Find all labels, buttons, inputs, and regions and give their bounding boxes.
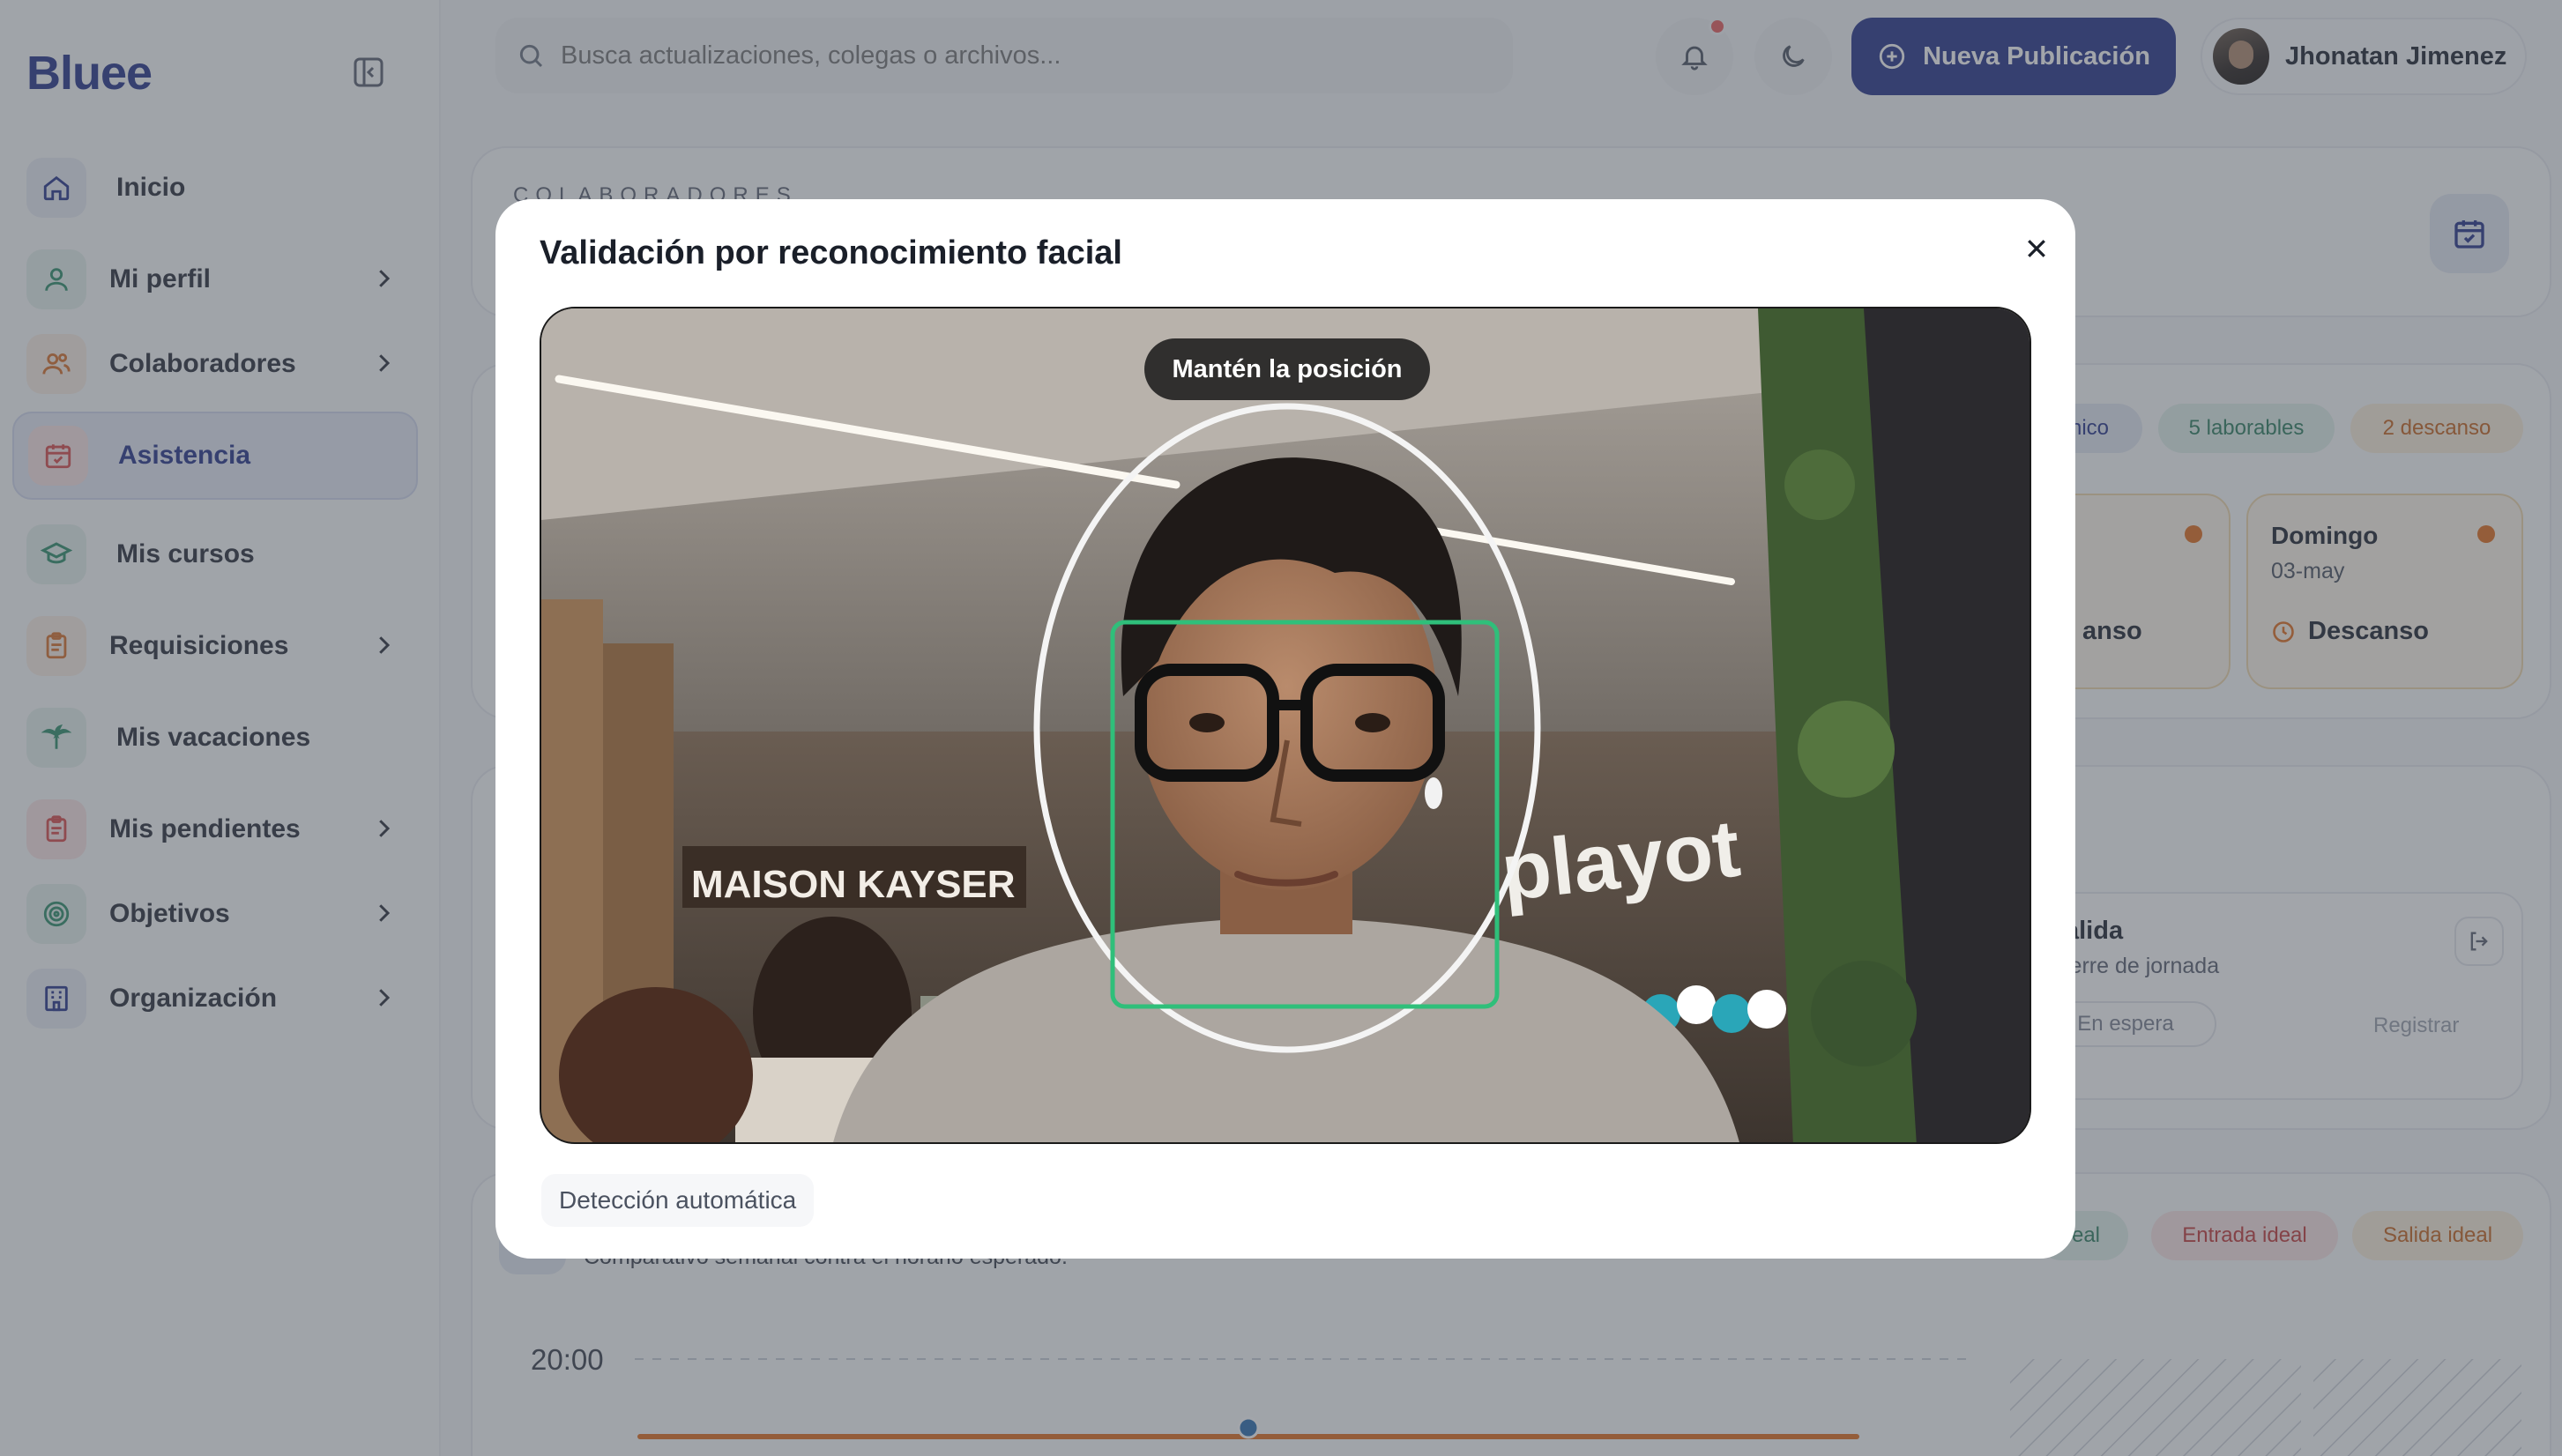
close-icon <box>2028 240 2045 257</box>
store-sign: MAISON KAYSER <box>691 863 1016 906</box>
close-button[interactable] <box>2012 224 2061 273</box>
modal-title: Validación por reconocimiento facial <box>540 234 1122 271</box>
camera-preview: MAISON KAYSER playot Mantén la posición <box>540 307 2031 1144</box>
camera-hint: Mantén la posición <box>1144 338 1430 400</box>
camera-feed: MAISON KAYSER playot <box>541 308 2029 1142</box>
detection-mode-label: Detección automática <box>541 1174 815 1227</box>
face-recognition-modal: Validación por reconocimiento facial MAI… <box>495 199 2075 1259</box>
